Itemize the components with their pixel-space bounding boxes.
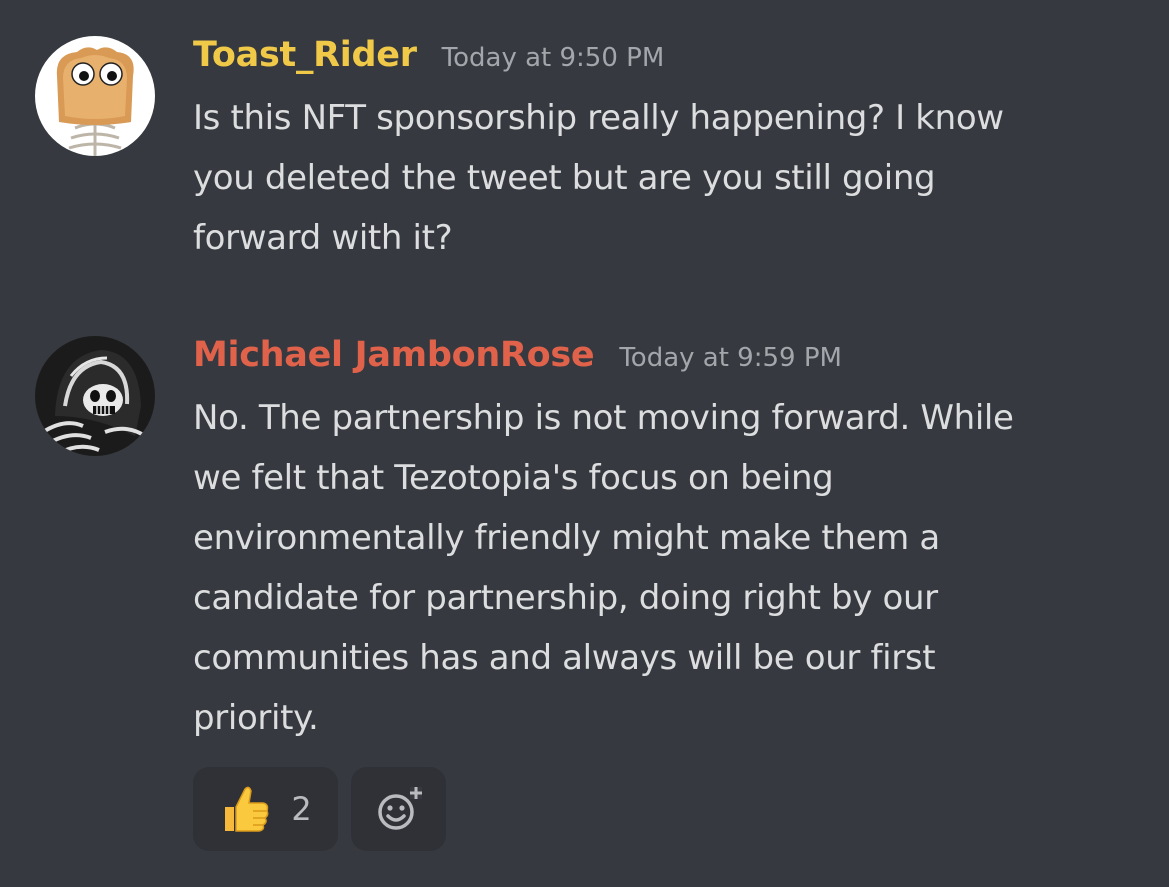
avatar[interactable]: [35, 336, 155, 456]
username[interactable]: Toast_Rider: [193, 30, 417, 80]
message-line: candidate for partnership, doing right b…: [193, 578, 938, 618]
message-line: priority.: [193, 698, 319, 738]
toast-avatar-icon: [35, 36, 155, 156]
message-line: No. The partnership is not moving forwar…: [193, 398, 1014, 438]
message-line: communities has and always will be our f…: [193, 638, 936, 678]
chat-view: Toast_Rider Today at 9:50 PM Is this NFT…: [0, 0, 1169, 887]
message-line: environmentally friendly might make them…: [193, 518, 940, 558]
message-text: Is this NFT sponsorship really happening…: [193, 88, 1143, 268]
grim-reaper-avatar-icon: [35, 336, 155, 456]
message-line: we felt that Tezotopia's focus on being: [193, 458, 834, 498]
reactions-bar: 2: [193, 767, 446, 851]
add-reaction-button[interactable]: [351, 767, 446, 851]
timestamp: Today at 9:50 PM: [441, 43, 665, 73]
username[interactable]: Michael JambonRose: [193, 330, 595, 380]
reaction-count: 2: [291, 790, 312, 828]
timestamp: Today at 9:59 PM: [619, 343, 842, 373]
message-line: forward with it?: [193, 218, 453, 258]
thumbs-up-icon: [225, 786, 269, 832]
message-text: No. The partnership is not moving forwar…: [193, 388, 1143, 748]
avatar[interactable]: [35, 36, 155, 156]
message-line: Is this NFT sponsorship really happening…: [193, 98, 1004, 138]
reaction-thumbs-up[interactable]: 2: [193, 767, 338, 851]
add-reaction-icon: [377, 787, 422, 830]
message-line: you deleted the tweet but are you still …: [193, 158, 936, 198]
